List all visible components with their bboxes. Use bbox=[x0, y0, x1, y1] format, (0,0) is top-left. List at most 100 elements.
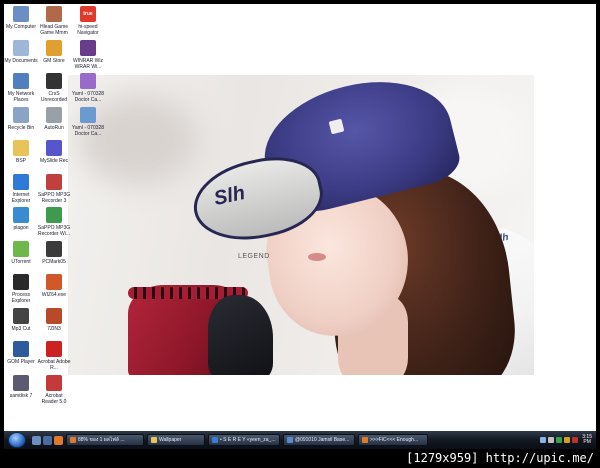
desktop-shortcut-label: MySlide Rec bbox=[39, 158, 69, 164]
doc2-icon bbox=[80, 106, 96, 123]
acrobat-icon bbox=[46, 341, 62, 357]
torrent-icon bbox=[13, 240, 29, 257]
process-icon bbox=[13, 274, 29, 290]
clock[interactable]: 3:15 PM bbox=[582, 435, 592, 445]
firefox-quick-icon[interactable] bbox=[54, 435, 63, 445]
quick-launch bbox=[32, 435, 63, 445]
desktop-shortcut-label: WINRAR Wiz WRAR Wi... bbox=[73, 57, 103, 70]
recycle-bin-icon bbox=[13, 106, 29, 123]
desktop-shortcut[interactable]: Mp3 Cut bbox=[4, 307, 38, 332]
desktop: Slh Slh LEGEND My Computer My Documents My… bbox=[4, 4, 596, 449]
desktop-shortcut-label: UTorrent bbox=[11, 258, 31, 265]
system-tray: 3:15 PM bbox=[536, 433, 596, 447]
desktop-shortcut[interactable]: GOM Player bbox=[4, 341, 38, 365]
desktop-shortcut-label: SaPPO MP3G Recorder Wi... bbox=[37, 225, 71, 237]
wiz-icon bbox=[46, 274, 62, 290]
glove-dark-shape bbox=[208, 295, 273, 375]
task-button-label: 88% ของ 1 ผลไฟล์ ... bbox=[78, 437, 125, 443]
desktop-shortcut[interactable]: plagon bbox=[4, 207, 38, 231]
taskbar: 88% ของ 1 ผลไฟล์ ... Wallpaper • S E R E Y… bbox=[4, 431, 596, 449]
task-button-label: • S E R E Y «yeen_za_... bbox=[220, 437, 276, 443]
folder-icon bbox=[13, 140, 29, 156]
desktop-shortcut[interactable]: UTorrent bbox=[4, 240, 38, 265]
desktop-shortcut-label: AutoRun bbox=[44, 124, 64, 131]
desktop-shortcut-label: My Computer bbox=[5, 24, 36, 30]
desktop-quick-icon[interactable] bbox=[32, 435, 41, 445]
desktop-shortcut[interactable]: CrsS Unrecorded bbox=[37, 73, 71, 103]
task-button-label: >>>FiC<<< Enough... bbox=[370, 437, 419, 443]
desktop-shortcut[interactable]: Yaml - 070328 Doctor Ca... bbox=[71, 106, 105, 137]
image-caption: [1279x959] http://upic.me/ bbox=[406, 451, 594, 465]
desktop-shortcut[interactable]: GM Store bbox=[37, 39, 71, 64]
desktop-shortcut-label: Recycle Bin bbox=[7, 124, 35, 131]
task-button[interactable]: Wallpaper bbox=[147, 434, 205, 446]
reader-icon bbox=[46, 374, 62, 391]
desktop-shortcut[interactable]: Recycle Bin bbox=[4, 106, 38, 131]
desktop-shortcut[interactable]: AutoRun bbox=[37, 106, 71, 131]
desktop-shortcut-label: Hlead Game Game Mmm bbox=[39, 24, 69, 36]
desktop-shortcut-label: plagon bbox=[13, 225, 29, 231]
true-icon: true bbox=[80, 6, 96, 22]
network-tray-icon[interactable] bbox=[540, 437, 547, 443]
desktop-shortcut-label: CrsS Unrecorded bbox=[40, 91, 68, 103]
desktop-shortcut-label: SaPPO MP3G Recorder 3 bbox=[37, 191, 71, 204]
desktop-shortcut[interactable]: samdisk 7 bbox=[4, 374, 38, 399]
desktop-shortcut[interactable]: Yaml - 070328 Doctor Ca... bbox=[71, 73, 105, 103]
desktop-shortcut[interactable]: Process Explorer bbox=[4, 274, 38, 304]
desktop-shortcut[interactable]: My Network Places bbox=[4, 73, 38, 103]
recorder2-icon bbox=[46, 207, 62, 223]
task-button[interactable]: • S E R E Y «yeen_za_... bbox=[208, 434, 280, 446]
task-button-label: Wallpaper bbox=[159, 437, 182, 443]
desktop-shortcut-label: WIZ64.exe bbox=[41, 292, 67, 298]
desktop-shortcut-label: GOM Player bbox=[7, 359, 35, 365]
desktop-shortcut[interactable]: SaPPO MP3G Recorder Wi... bbox=[37, 207, 71, 237]
desktop-shortcut[interactable]: true hi-speed Navigator bbox=[71, 6, 105, 36]
desktop-shortcut-label: Acrobat Reader 5.0 bbox=[41, 392, 67, 405]
antivirus-tray-icon[interactable] bbox=[564, 437, 571, 443]
desktop-shortcut-label: BSP bbox=[15, 158, 26, 164]
task-buttons: 88% ของ 1 ผลไฟล์ ... Wallpaper • S E R E Y… bbox=[63, 434, 428, 446]
messenger-tray-icon[interactable] bbox=[556, 437, 563, 443]
zip-icon bbox=[46, 307, 62, 324]
desktop-shortcut[interactable]: My Computer bbox=[4, 6, 38, 30]
folder-icon bbox=[151, 437, 157, 443]
desktop-shortcut[interactable]: PCMark05 bbox=[37, 240, 71, 265]
rar-icon bbox=[80, 39, 96, 56]
desktop-shortcut[interactable]: Acrobat Reader 5.0 bbox=[37, 374, 71, 405]
desktop-shortcut[interactable]: MySlide Rec bbox=[37, 140, 71, 164]
desktop-shortcut[interactable]: WIZ64.exe bbox=[37, 274, 71, 298]
mark-icon bbox=[46, 240, 62, 257]
desktop-shortcut[interactable]: Hlead Game Game Mmm bbox=[37, 6, 71, 36]
desktop-shortcut[interactable]: BSP bbox=[4, 140, 38, 164]
image-icon bbox=[287, 437, 293, 443]
desktop-shortcut[interactable]: SaPPO MP3G Recorder 3 bbox=[37, 173, 71, 204]
language-tray-icon[interactable] bbox=[572, 437, 579, 443]
task-button[interactable]: 88% ของ 1 ผลไฟล์ ... bbox=[66, 434, 144, 446]
messenger-icon bbox=[212, 437, 218, 443]
legend-watermark: LEGEND bbox=[238, 253, 270, 260]
desktop-shortcut[interactable]: My Documents bbox=[4, 39, 38, 64]
volume-tray-icon[interactable] bbox=[548, 437, 555, 443]
desktop-shortcut-label: Yaml - 070328 Doctor Ca... bbox=[71, 124, 105, 137]
desktop-shortcut[interactable]: Internet Explorer bbox=[4, 173, 38, 204]
task-button[interactable]: >>>FiC<<< Enough... bbox=[358, 434, 428, 446]
firefox2-icon bbox=[362, 437, 368, 443]
doc-icon bbox=[80, 73, 96, 89]
computer-icon bbox=[13, 6, 29, 22]
desktop-shortcut-label: My Network Places bbox=[7, 91, 35, 103]
desktop-shortcut-label: Yaml - 070328 Doctor Ca... bbox=[71, 91, 105, 103]
ie-icon bbox=[13, 173, 29, 190]
desktop-shortcut[interactable]: Acrobat Adobe R... bbox=[37, 341, 71, 371]
desktop-shortcut-label: samdisk 7 bbox=[9, 392, 33, 399]
desktop-shortcut[interactable]: 7ZIN3 bbox=[37, 307, 71, 332]
desktop-shortcut[interactable]: WINRAR Wiz WRAR Wi... bbox=[71, 39, 105, 70]
recorder-icon bbox=[46, 173, 62, 190]
wallpaper-image: Slh Slh LEGEND bbox=[68, 75, 534, 375]
desktop-shortcut-label: hi-speed Navigator bbox=[77, 24, 99, 36]
screenshot-frame: Slh Slh LEGEND My Computer My Documents My… bbox=[0, 0, 600, 468]
switch-window-quick-icon[interactable] bbox=[43, 435, 52, 445]
slide-icon bbox=[46, 140, 62, 156]
task-button[interactable]: @091010 Jamsil Base... bbox=[283, 434, 355, 446]
start-orb-icon[interactable] bbox=[8, 432, 26, 448]
desktop-shortcut-label: 7ZIN3 bbox=[47, 325, 61, 332]
